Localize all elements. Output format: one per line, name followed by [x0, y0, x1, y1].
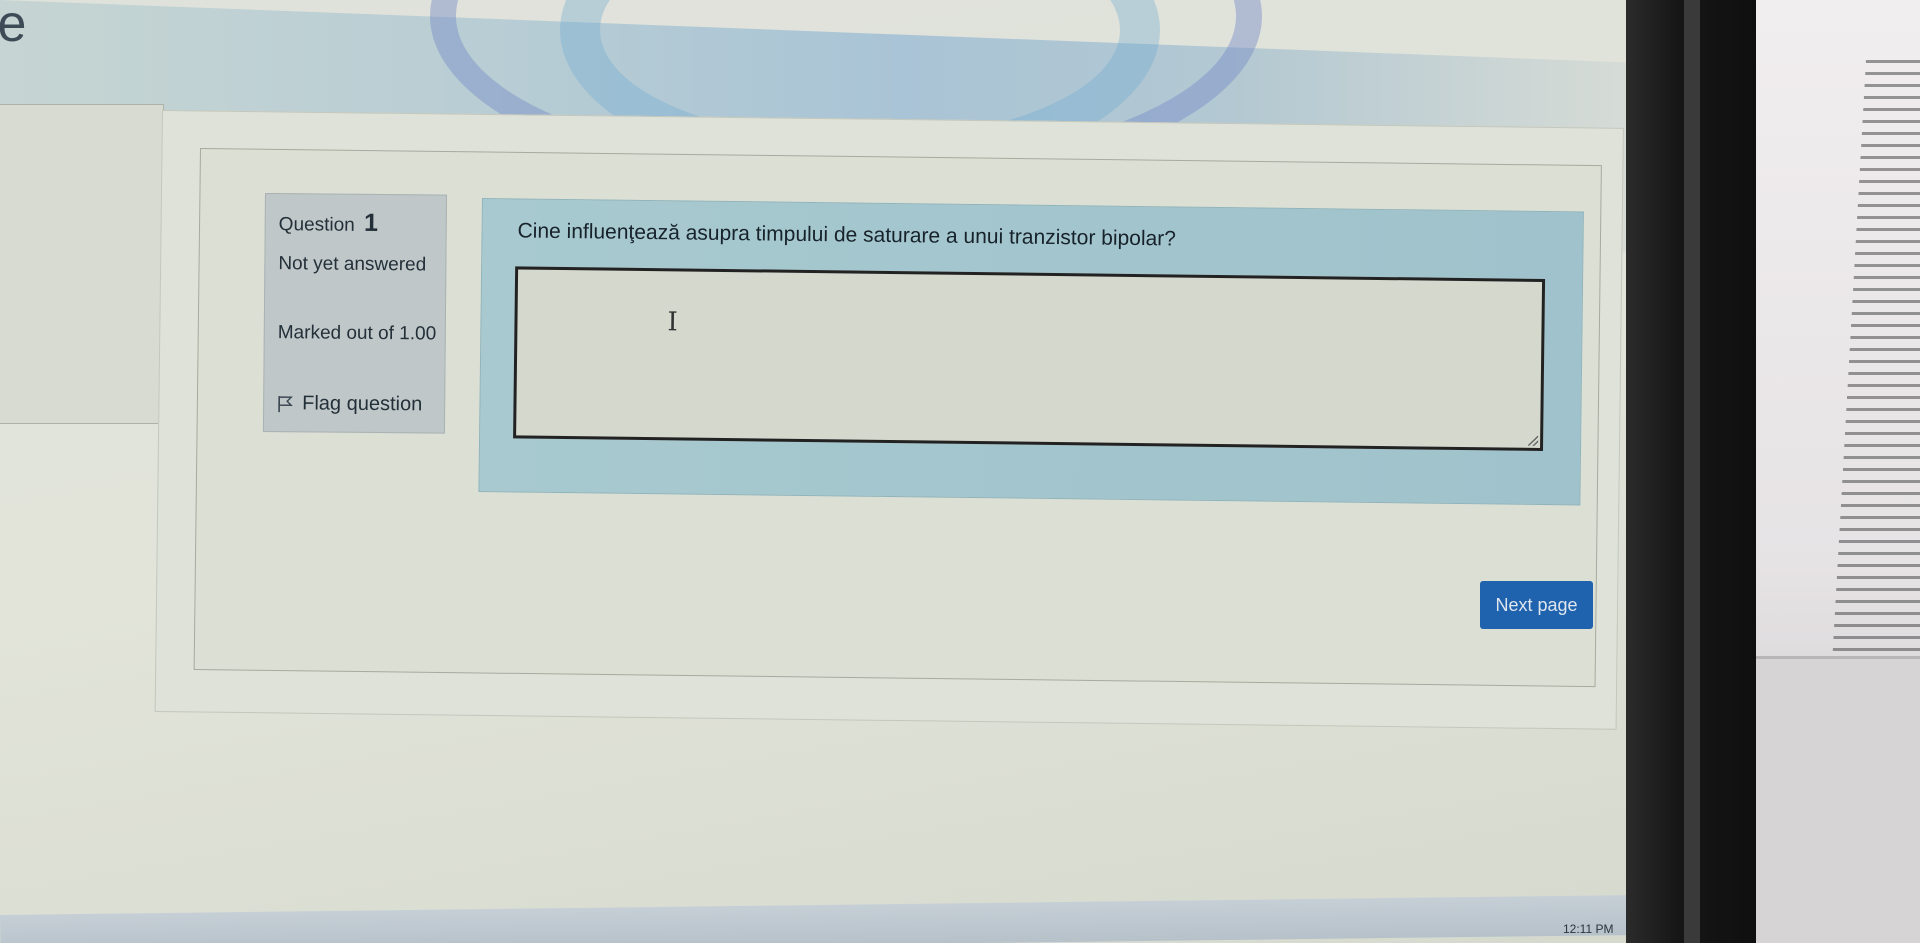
- background-shelf: [1756, 656, 1920, 943]
- site-title[interactable]: le: [0, 0, 26, 54]
- flag-icon: [278, 395, 293, 412]
- question-number: 1: [363, 208, 379, 237]
- question-formulation: Cine influenţează asupra timpului de sat…: [478, 198, 1584, 506]
- textarea-resize-handle[interactable]: [1528, 435, 1539, 446]
- flag-question-label: Flag question: [302, 392, 423, 416]
- question-info-panel: Question 1 Not yet answered Marked out o…: [262, 193, 447, 434]
- monitor-bezel-edge: [1684, 0, 1700, 943]
- next-page-button[interactable]: Next page: [1480, 581, 1593, 629]
- os-taskbar: [0, 894, 1640, 943]
- answer-textarea[interactable]: I: [513, 266, 1546, 451]
- text-cursor-icon: I: [667, 307, 678, 338]
- question-grade: Marked out of 1.00: [277, 322, 437, 345]
- flag-question-link[interactable]: Flag question: [277, 392, 422, 416]
- question-label-text: Question: [278, 214, 355, 236]
- question-state: Not yet answered: [278, 253, 427, 276]
- monitor-screen: le Question 1 Not yet answered Marked ou…: [0, 0, 1640, 943]
- left-side-block: [0, 104, 164, 424]
- question-text: Cine influenţează asupra timpului de sat…: [517, 219, 1177, 251]
- question-number-label: Question 1: [279, 208, 378, 238]
- taskbar-clock[interactable]: 12:11 PM: [1563, 922, 1613, 936]
